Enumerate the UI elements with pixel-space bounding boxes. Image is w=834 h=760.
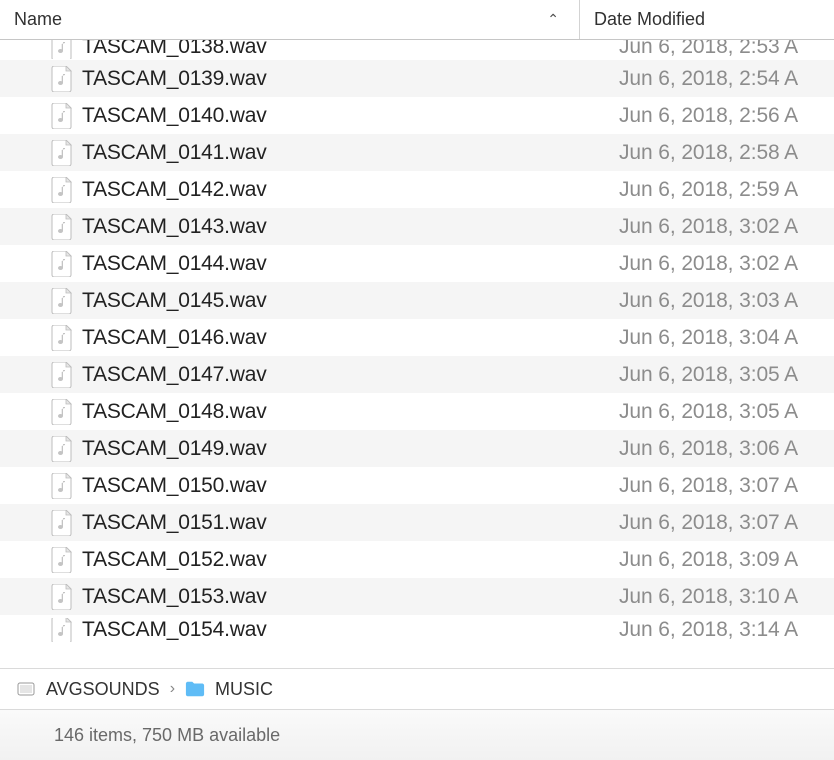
audio-file-icon [50,618,74,642]
file-row[interactable]: TASCAM_0147.wavJun 6, 2018, 3:05 A [0,356,834,393]
audio-file-icon [50,178,74,202]
file-name: TASCAM_0147.wav [82,363,580,387]
file-date: Jun 6, 2018, 3:02 A [580,252,834,276]
audio-file-icon [50,437,74,461]
file-name: TASCAM_0151.wav [82,511,580,535]
file-date: Jun 6, 2018, 3:07 A [580,474,834,498]
audio-file-icon [50,585,74,609]
drive-icon [16,679,36,699]
file-name: TASCAM_0142.wav [82,178,580,202]
file-name: TASCAM_0140.wav [82,104,580,128]
file-row[interactable]: TASCAM_0141.wavJun 6, 2018, 2:58 A [0,134,834,171]
file-name: TASCAM_0146.wav [82,326,580,350]
file-date: Jun 6, 2018, 3:04 A [580,326,834,350]
file-row[interactable]: TASCAM_0140.wavJun 6, 2018, 2:56 A [0,97,834,134]
sort-ascending-icon: ⌃ [547,11,559,28]
file-name: TASCAM_0150.wav [82,474,580,498]
file-name: TASCAM_0144.wav [82,252,580,276]
file-date: Jun 6, 2018, 3:14 A [580,618,834,642]
file-date: Jun 6, 2018, 3:05 A [580,400,834,424]
audio-file-icon [50,326,74,350]
file-date: Jun 6, 2018, 3:06 A [580,437,834,461]
file-row[interactable]: TASCAM_0150.wavJun 6, 2018, 3:07 A [0,467,834,504]
file-date: Jun 6, 2018, 2:56 A [580,104,834,128]
file-row[interactable]: TASCAM_0146.wavJun 6, 2018, 3:04 A [0,319,834,356]
audio-file-icon [50,400,74,424]
file-date: Jun 6, 2018, 2:54 A [580,67,834,91]
audio-file-icon [50,363,74,387]
file-row[interactable]: TASCAM_0138.wavJun 6, 2018, 2:53 A [0,40,834,60]
file-name: TASCAM_0143.wav [82,215,580,239]
file-name: TASCAM_0139.wav [82,67,580,91]
audio-file-icon [50,548,74,572]
file-name: TASCAM_0138.wav [82,40,580,59]
file-date: Jun 6, 2018, 2:53 A [580,40,834,59]
file-date: Jun 6, 2018, 3:02 A [580,215,834,239]
status-bar: 146 items, 750 MB available [0,710,834,760]
audio-file-icon [50,474,74,498]
file-row[interactable]: TASCAM_0154.wavJun 6, 2018, 3:14 A [0,615,834,643]
breadcrumb-drive[interactable]: AVGSOUNDS [46,679,160,700]
audio-file-icon [50,511,74,535]
file-date: Jun 6, 2018, 3:09 A [580,548,834,572]
audio-file-icon [50,252,74,276]
file-row[interactable]: TASCAM_0139.wavJun 6, 2018, 2:54 A [0,60,834,97]
status-text: 146 items, 750 MB available [54,725,280,746]
file-row[interactable]: TASCAM_0148.wavJun 6, 2018, 3:05 A [0,393,834,430]
file-row[interactable]: TASCAM_0142.wavJun 6, 2018, 2:59 A [0,171,834,208]
file-row[interactable]: TASCAM_0153.wavJun 6, 2018, 3:10 A [0,578,834,615]
file-name: TASCAM_0149.wav [82,437,580,461]
file-date: Jun 6, 2018, 3:03 A [580,289,834,313]
file-name: TASCAM_0153.wav [82,585,580,609]
file-name: TASCAM_0141.wav [82,141,580,165]
breadcrumb-separator: › [170,680,175,698]
name-column-header[interactable]: Name ⌃ [0,0,580,39]
file-name: TASCAM_0148.wav [82,400,580,424]
file-name: TASCAM_0152.wav [82,548,580,572]
audio-file-icon [50,40,74,59]
file-date: Jun 6, 2018, 3:05 A [580,363,834,387]
audio-file-icon [50,141,74,165]
name-column-label: Name [14,9,62,30]
file-date: Jun 6, 2018, 3:07 A [580,511,834,535]
audio-file-icon [50,104,74,128]
audio-file-icon [50,215,74,239]
file-row[interactable]: TASCAM_0149.wavJun 6, 2018, 3:06 A [0,430,834,467]
date-column-header[interactable]: Date Modified [580,0,834,39]
breadcrumb: AVGSOUNDS › MUSIC [0,668,834,710]
date-column-label: Date Modified [594,9,705,30]
file-date: Jun 6, 2018, 2:59 A [580,178,834,202]
column-header-row: Name ⌃ Date Modified [0,0,834,40]
file-row[interactable]: TASCAM_0145.wavJun 6, 2018, 3:03 A [0,282,834,319]
file-list[interactable]: TASCAM_0138.wavJun 6, 2018, 2:53 A TASCA… [0,40,834,668]
breadcrumb-folder[interactable]: MUSIC [215,679,273,700]
file-row[interactable]: TASCAM_0152.wavJun 6, 2018, 3:09 A [0,541,834,578]
file-name: TASCAM_0145.wav [82,289,580,313]
file-row[interactable]: TASCAM_0144.wavJun 6, 2018, 3:02 A [0,245,834,282]
file-row[interactable]: TASCAM_0151.wavJun 6, 2018, 3:07 A [0,504,834,541]
folder-icon [185,679,205,699]
file-row[interactable]: TASCAM_0143.wavJun 6, 2018, 3:02 A [0,208,834,245]
audio-file-icon [50,67,74,91]
audio-file-icon [50,289,74,313]
file-name: TASCAM_0154.wav [82,618,580,642]
file-date: Jun 6, 2018, 2:58 A [580,141,834,165]
file-date: Jun 6, 2018, 3:10 A [580,585,834,609]
